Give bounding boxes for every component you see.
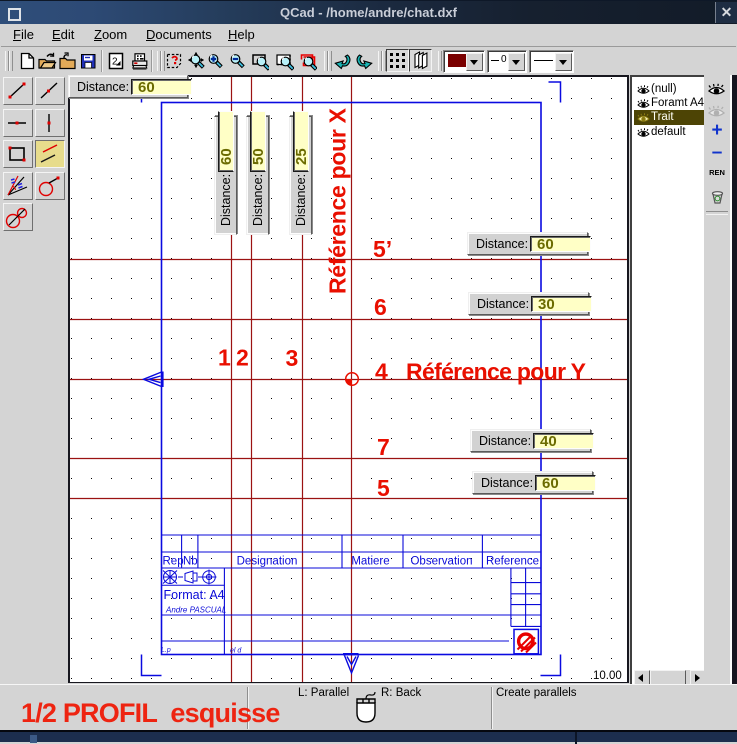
svg-text:3: 3 [286,345,299,371]
svg-text:L.p: L.p [161,647,171,654]
svg-text:5’: 5’ [373,236,392,262]
svg-text:2: 2 [236,345,249,371]
svg-text:Observation: Observation [410,556,472,568]
svg-text:Référence pour X: Référence pour X [325,107,351,294]
svg-text:6: 6 [374,294,387,320]
svg-text:7: 7 [377,434,390,460]
svg-text:Andre PASCUAL: Andre PASCUAL [165,606,226,615]
svg-text:1: 1 [218,345,231,371]
svg-text:Designation: Designation [237,556,298,568]
svg-text:Rep: Rep [163,556,184,568]
svg-text:Reference: Reference [486,556,539,568]
svg-text:4: 4 [375,359,388,385]
svg-text:Nb: Nb [183,556,198,568]
svg-text:Matiere: Matiere [351,556,389,568]
svg-text:el d: el d [230,648,242,655]
svg-text:Format: A4: Format: A4 [164,588,225,602]
svg-text:10.00: 10.00 [593,670,622,682]
svg-text:2: 2 [112,57,118,68]
svg-text:Référence pour Y: Référence pour Y [406,359,586,385]
svg-text:5: 5 [377,475,390,501]
